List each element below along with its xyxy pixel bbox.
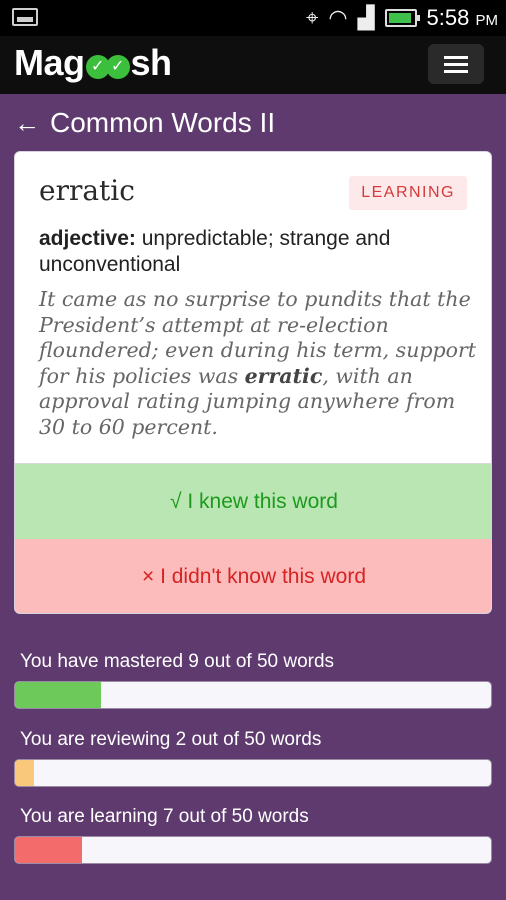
learning-progress-fill: [15, 837, 82, 863]
reviewing-progress-bar: [14, 759, 492, 787]
reviewing-progress-fill: [15, 760, 35, 786]
signal-icon: ▟: [357, 5, 375, 30]
gallery-notification-icon: [12, 8, 38, 26]
learning-progress-bar: [14, 836, 492, 864]
back-arrow-icon[interactable]: ←: [14, 108, 40, 139]
knew-word-button[interactable]: √ I knew this word: [15, 463, 491, 539]
mastered-label: You have mastered 9 out of 50 words: [20, 651, 335, 672]
brand-suffix: sh: [130, 42, 173, 83]
reviewing-label: You are reviewing 2 out of 50 words: [20, 729, 322, 750]
page-header[interactable]: ← Common Words II: [14, 104, 275, 142]
brand-logo: Mag ✓ ✓ sh: [14, 42, 172, 84]
learning-label: You are learning 7 out of 50 words: [20, 806, 309, 827]
app-bar: Mag ✓ ✓ sh: [0, 36, 506, 94]
status-bar: ⌖ ◠ ▟ 5:58 PM: [0, 0, 506, 36]
battery-icon: [384, 9, 420, 27]
part-of-speech: adjective:: [39, 227, 136, 250]
mastered-progress-bar: [14, 681, 492, 709]
word-title: erratic: [39, 174, 135, 207]
mastered-progress-fill: [15, 682, 101, 708]
gps-icon: ⌖: [306, 5, 319, 30]
brand-prefix: Mag: [14, 42, 85, 83]
didnt-know-word-button[interactable]: × I didn't know this word: [15, 539, 491, 613]
word-definition: adjective: unpredictable; strange and un…: [39, 226, 469, 278]
word-card: erratic LEARNING adjective: unpredictabl…: [14, 151, 492, 614]
page-title: Common Words II: [50, 107, 276, 138]
wifi-icon: ◠: [328, 5, 348, 30]
status-badge: LEARNING: [349, 176, 467, 210]
check-icon: ✓: [105, 55, 130, 79]
hamburger-icon: [444, 56, 468, 59]
menu-button[interactable]: [428, 44, 484, 84]
logo-checks: ✓ ✓: [85, 47, 130, 79]
status-clock: 5:58 PM: [426, 5, 498, 30]
example-sentence: It came as no surprise to pundits that t…: [39, 287, 477, 439]
example-highlight: erratic: [244, 363, 323, 388]
